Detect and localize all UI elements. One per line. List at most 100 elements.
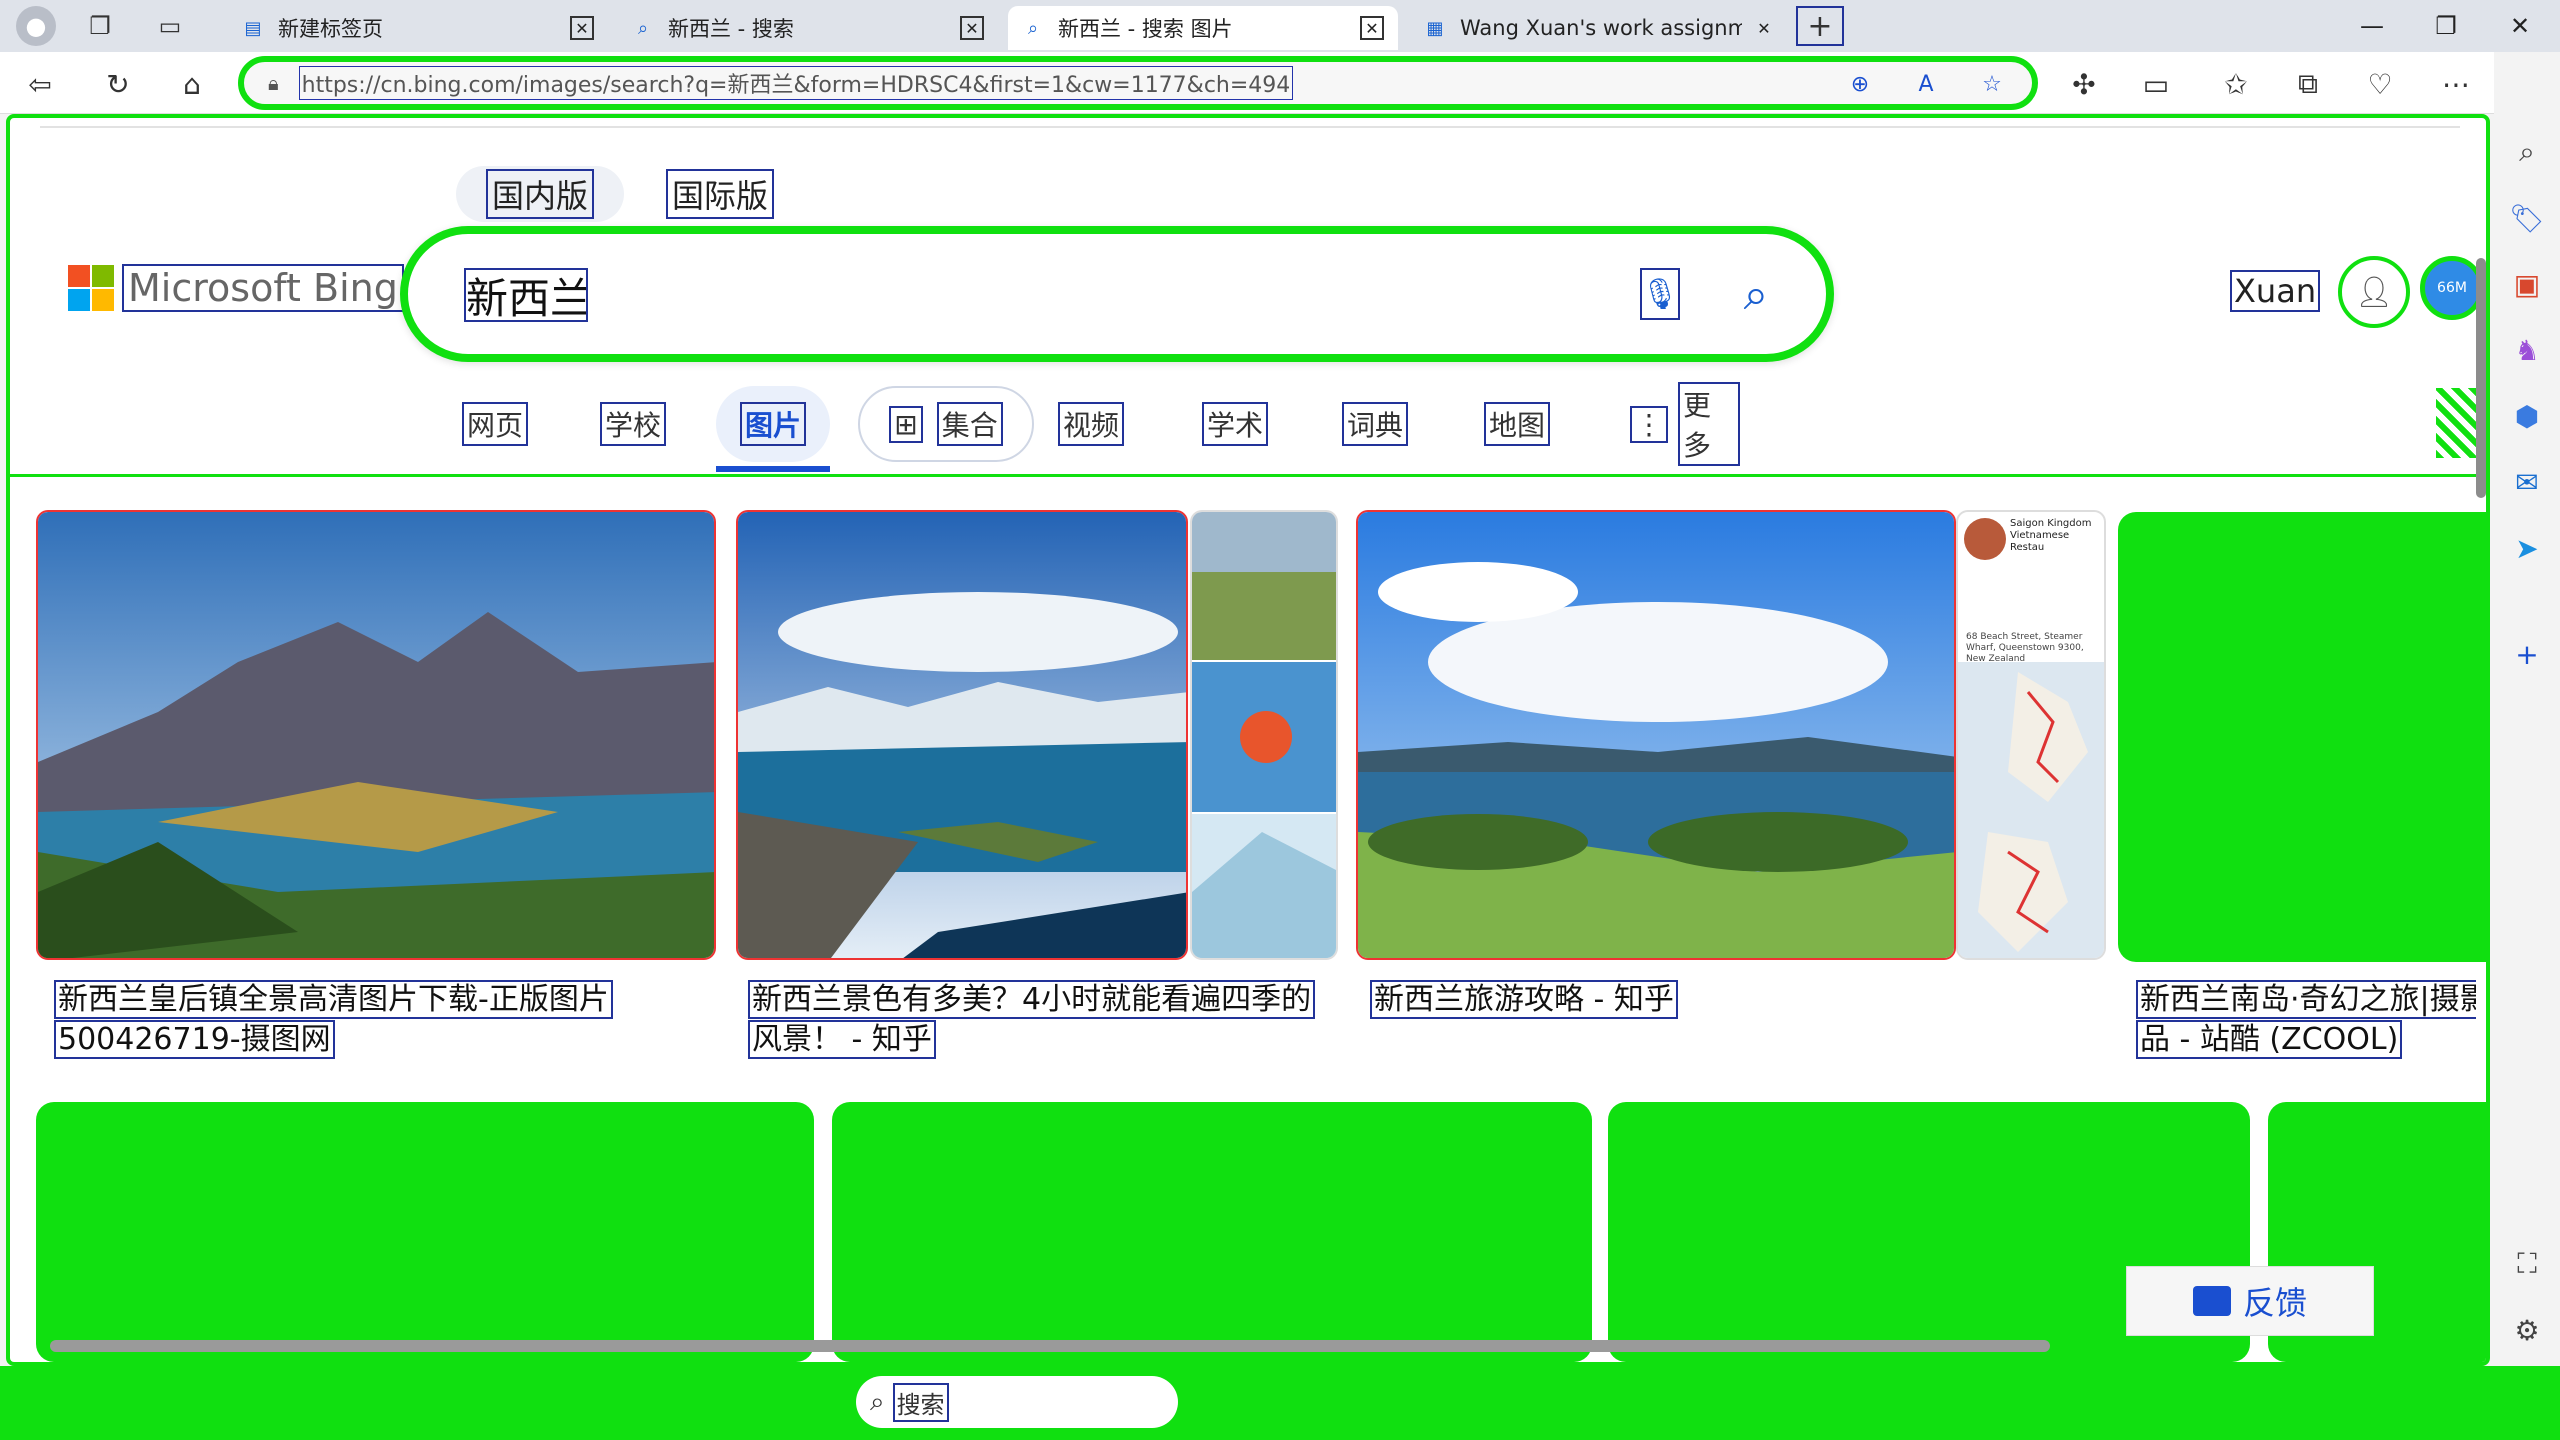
result-caption[interactable]: 新西兰景色有多美？4小时就能看遍四季的 风景！ - 知乎 xyxy=(748,980,1348,1060)
microphone-icon[interactable]: 🎙︎ xyxy=(1640,268,1680,320)
scope-label: 网页 xyxy=(461,402,528,446)
user-name[interactable]: Xuan xyxy=(2230,270,2321,312)
outlook-icon[interactable]: ✉ xyxy=(2505,460,2549,504)
result-thumb-map[interactable]: Saigon Kingdom Vietnamese Restau 68 Beac… xyxy=(1956,510,2106,960)
collage-image xyxy=(1192,512,1336,958)
result-caption[interactable]: 新西兰皇后镇全景高清图片下载-正版图片 500426719-摄图网 xyxy=(54,980,714,1060)
vertical-scrollbar[interactable] xyxy=(2472,138,2486,1318)
close-tab-icon[interactable]: ✕ xyxy=(960,16,984,40)
scope-video[interactable]: 视频 xyxy=(1046,386,1136,462)
bing-logo[interactable]: Microsoft Bing xyxy=(68,264,404,312)
split-screen-icon[interactable]: ▭ xyxy=(2134,62,2178,106)
refresh-icon[interactable]: ↻ xyxy=(96,62,140,106)
favorites-icon[interactable]: ✩ xyxy=(2214,62,2258,106)
close-window-button[interactable]: ✕ xyxy=(2488,0,2552,52)
taskbar-search[interactable]: ⌕ 搜索 xyxy=(856,1376,1178,1428)
close-tab-icon[interactable]: ✕ xyxy=(1360,16,1384,40)
region-domestic-tab[interactable]: 国内版 xyxy=(456,166,624,222)
scope-label: 学校 xyxy=(599,402,666,446)
scope-web[interactable]: 网页 xyxy=(450,386,540,462)
address-url[interactable]: https://cn.bing.com/images/search?q=新西兰&… xyxy=(298,66,1294,100)
edge-sidebar: ⌕ 🏷︎ ▣ ♞ ⬢ ✉ ➤ + ⛶ ⚙ xyxy=(2494,52,2560,1366)
tab-bing-images[interactable]: ⌕ 新西兰 - 搜索 图片 ✕ xyxy=(1008,6,1398,50)
home-icon[interactable]: ⌂ xyxy=(170,62,214,106)
food-image xyxy=(1964,518,2006,560)
restore-button[interactable]: ❐ xyxy=(2414,0,2478,52)
shopping-tag-icon[interactable]: 🏷︎ xyxy=(2505,196,2549,240)
favorite-star-icon[interactable]: ☆ xyxy=(1976,68,2008,100)
collections-icon[interactable]: ⧉ xyxy=(2286,62,2330,106)
bing-search-icon: ⌕ xyxy=(637,17,649,39)
tab-title: 新西兰 - 搜索 图片 xyxy=(1058,17,1233,41)
scope-label: 词典 xyxy=(1341,402,1408,446)
close-tab-icon[interactable]: ✕ xyxy=(570,16,594,40)
result-caption[interactable]: 新西兰旅游攻略 - 知乎 xyxy=(1370,980,1970,1020)
workspaces-icon[interactable]: ❐ xyxy=(80,6,120,46)
collections-icon: ⊞ xyxy=(889,405,923,443)
tab-title: Wang Xuan's work assignment - xyxy=(1460,16,1742,40)
scope-school[interactable]: 学校 xyxy=(588,386,678,462)
result-image-lake-view[interactable] xyxy=(736,510,1188,960)
search-icon: ⌕ xyxy=(870,1386,885,1417)
settings-gear-icon[interactable]: ⚙ xyxy=(2505,1308,2549,1352)
close-tab-icon[interactable]: ✕ xyxy=(1752,16,1776,40)
search-icon[interactable]: ⌕ xyxy=(2505,130,2549,174)
back-icon[interactable]: ⇦ xyxy=(18,62,62,106)
caption-line: 新西兰南岛·奇幻之旅|摄影 xyxy=(2136,980,2476,1019)
result-caption[interactable]: 新西兰南岛·奇幻之旅|摄影 品 - 站酷 (ZCOOL) xyxy=(2136,980,2476,1060)
scroll-thumb[interactable] xyxy=(2476,258,2486,498)
result-image-queenstown[interactable] xyxy=(36,510,716,960)
tools-briefcase-icon[interactable]: ▣ xyxy=(2505,262,2549,306)
games-icon[interactable]: ♞ xyxy=(2505,328,2549,372)
scope-collections[interactable]: ⊞ 集合 xyxy=(858,386,1034,462)
scope-more[interactable]: ⋮ 更多 xyxy=(1630,382,1740,466)
scope-maps[interactable]: 地图 xyxy=(1472,386,1562,462)
horizontal-scrollbar[interactable] xyxy=(24,1336,2454,1352)
send-icon[interactable]: ➤ xyxy=(2505,526,2549,570)
tab-new-tab[interactable]: ▤ 新建标签页 ✕ xyxy=(228,6,608,50)
scope-label: 图片 xyxy=(739,402,806,446)
screenshot-icon[interactable]: ⛶ xyxy=(2505,1242,2549,1286)
header-divider xyxy=(10,474,2486,477)
more-dots-icon: ⋮ xyxy=(1630,405,1668,443)
search-input[interactable] xyxy=(464,268,588,322)
zoom-icon[interactable]: ⊕ xyxy=(1844,68,1876,100)
scope-images[interactable]: 图片 xyxy=(716,386,830,462)
result-thumb-collage[interactable] xyxy=(1190,510,1338,960)
page-content: 国内版 国际版 Microsoft Bing 🎙︎ ⌕ Xuan 👤︎ 66M … xyxy=(6,114,2490,1366)
scope-label: 集合 xyxy=(936,402,1003,446)
microsoft-logo-icon xyxy=(68,265,114,311)
extensions-icon[interactable]: ✣ xyxy=(2062,62,2106,106)
minimize-button[interactable]: — xyxy=(2340,0,2404,52)
tab-work-assignment[interactable]: ▦ Wang Xuan's work assignment - ✕ xyxy=(1410,6,1790,50)
profile-icon[interactable]: ● xyxy=(16,6,56,46)
caption-line: 新西兰皇后镇全景高清图片下载-正版图片 xyxy=(54,980,613,1019)
result-image-row2[interactable] xyxy=(36,1102,814,1362)
map-image xyxy=(1958,662,2104,958)
tab-bing-search[interactable]: ⌕ 新西兰 - 搜索 ✕ xyxy=(618,6,998,50)
browser-toolbar: ⇦ ↻ ⌂ 🔒︎ https://cn.bing.com/images/sear… xyxy=(0,52,2560,114)
region-international-tab[interactable]: 国际版 xyxy=(636,166,804,222)
more-options-icon[interactable]: ⋯ xyxy=(2434,62,2478,106)
search-box[interactable]: 🎙︎ ⌕ xyxy=(400,226,1834,362)
avatar[interactable]: 👤︎ xyxy=(2338,256,2410,328)
region-domestic-label: 国内版 xyxy=(485,169,594,219)
feedback-button[interactable]: 反馈 xyxy=(2126,1266,2374,1336)
scroll-thumb[interactable] xyxy=(50,1340,2050,1352)
result-image-row2[interactable] xyxy=(832,1102,1592,1362)
lock-icon[interactable]: 🔒︎ xyxy=(268,71,279,95)
search-icon[interactable]: ⌕ xyxy=(1726,264,1786,324)
add-sidebar-icon[interactable]: + xyxy=(2505,632,2549,676)
performance-icon[interactable]: ♡ xyxy=(2358,62,2402,106)
thumb-title: Saigon Kingdom Vietnamese Restau xyxy=(2010,518,2092,553)
result-image-coast[interactable] xyxy=(1356,510,1956,960)
scope-dictionary[interactable]: 词典 xyxy=(1330,386,1420,462)
read-aloud-icon[interactable]: A xyxy=(1910,68,1942,100)
address-bar[interactable]: 🔒︎ https://cn.bing.com/images/search?q=新… xyxy=(238,56,2038,110)
tab-actions-icon[interactable]: ▭ xyxy=(150,6,190,46)
office-icon[interactable]: ⬢ xyxy=(2505,394,2549,438)
new-tab-page-icon: ▤ xyxy=(244,17,262,39)
new-tab-button[interactable]: + xyxy=(1796,6,1844,46)
scope-academic[interactable]: 学术 xyxy=(1190,386,1280,462)
result-image-south-island[interactable] xyxy=(2118,512,2486,962)
